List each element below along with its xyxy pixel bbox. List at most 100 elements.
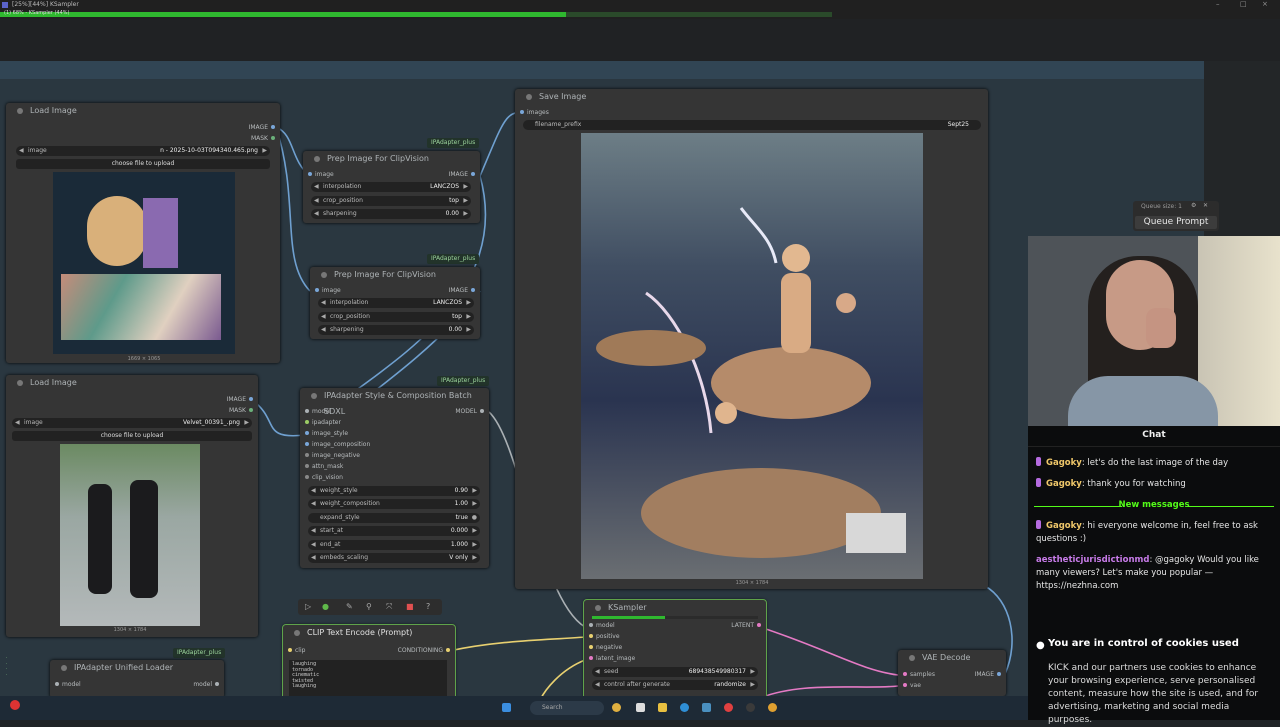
input-samples[interactable]: samples bbox=[900, 671, 935, 678]
sharpening-field[interactable]: ◀ sharpening 0.00 ▶ bbox=[311, 209, 471, 219]
store-icon[interactable] bbox=[702, 703, 711, 712]
copilot-icon[interactable] bbox=[612, 703, 621, 712]
node-save-image[interactable]: Save Image images filename_prefix Sept25 … bbox=[515, 89, 988, 589]
upload-button[interactable]: choose file to upload bbox=[16, 159, 270, 169]
minimize-icon[interactable]: – bbox=[1216, 0, 1220, 8]
input-image-style[interactable]: image_style bbox=[302, 430, 348, 437]
image-select[interactable]: ◀ image n - 2025-10-03T094340.465.png ▶ bbox=[16, 146, 270, 156]
start-icon[interactable] bbox=[502, 703, 511, 712]
close-icon[interactable]: ✕ bbox=[1203, 202, 1208, 209]
node-title: VAE Decode bbox=[922, 653, 971, 662]
output-model[interactable]: MODEL bbox=[455, 408, 487, 415]
badge-icon bbox=[1036, 520, 1041, 529]
output-image[interactable]: IMAGE bbox=[975, 671, 1004, 678]
delete-icon[interactable]: ■ bbox=[406, 602, 414, 611]
fit-icon[interactable]: ⤧ bbox=[386, 602, 392, 612]
output-image[interactable]: IMAGE bbox=[449, 171, 478, 178]
expand-style-toggle[interactable]: expand_style true ● bbox=[308, 513, 480, 523]
weight-style-field[interactable]: ◀ weight_style 0.90 ▶ bbox=[308, 486, 480, 496]
node-title: CLIP Text Encode (Prompt) bbox=[307, 628, 413, 637]
seed-field[interactable]: ◀ seed 689438549980317 ▶ bbox=[592, 667, 758, 677]
upload-button[interactable]: choose file to upload bbox=[12, 431, 252, 441]
queue-prompt-button[interactable]: Queue Prompt bbox=[1135, 216, 1217, 229]
start-at-field[interactable]: ◀ start_at 0.000 ▶ bbox=[308, 526, 480, 536]
input-negative[interactable]: negative bbox=[586, 644, 622, 651]
input-model[interactable]: model bbox=[302, 408, 331, 415]
node-load-image-1[interactable]: Load Image IMAGE MASK ◀ image n - 2025-10-… bbox=[6, 103, 280, 363]
edge-icon[interactable] bbox=[680, 703, 689, 712]
gear-icon[interactable]: ⚙ bbox=[1191, 202, 1196, 209]
pin-icon[interactable]: ⚲ bbox=[366, 602, 372, 611]
node-ipadapter-style-composition[interactable]: IPAdapter Style & Composition Batch SDXL… bbox=[300, 388, 489, 568]
image-size-label: 1304 × 1784 bbox=[735, 580, 769, 586]
help-icon[interactable]: ? bbox=[426, 602, 430, 611]
arrow-right-icon[interactable]: ▶ bbox=[262, 146, 267, 156]
output-image[interactable]: IMAGE bbox=[227, 396, 256, 403]
input-images[interactable]: images bbox=[517, 109, 549, 116]
node-ipadapter-unified-loader[interactable]: IPAdapter Unified Loader model model bbox=[50, 660, 224, 698]
output-mask[interactable]: MASK bbox=[251, 135, 278, 142]
input-image-negative[interactable]: image_negative bbox=[302, 452, 360, 459]
crop-position-select[interactable]: ◀ crop_position top ▶ bbox=[318, 312, 474, 322]
badge-icon bbox=[1036, 478, 1041, 487]
preview-image-2 bbox=[60, 444, 200, 626]
chrome-icon[interactable] bbox=[768, 703, 777, 712]
interpolation-select[interactable]: ◀ interpolation LANCZOS ▶ bbox=[311, 182, 471, 192]
embeds-scaling-select[interactable]: ◀ embeds_scaling V only ▶ bbox=[308, 553, 480, 563]
hand bbox=[1146, 308, 1176, 348]
input-ipadapter[interactable]: ipadapter bbox=[302, 419, 341, 426]
taskbar-search[interactable]: Search bbox=[530, 701, 604, 715]
crop-position-select[interactable]: ◀ crop_position top ▶ bbox=[311, 196, 471, 206]
color-icon[interactable]: ● bbox=[322, 602, 329, 611]
node-vae-decode[interactable]: VAE Decode samples vae IMAGE bbox=[898, 650, 1006, 696]
node-title: Load Image bbox=[30, 106, 77, 115]
prompt-textarea[interactable]: laughing tornado cinematic twisted laugh… bbox=[289, 660, 447, 700]
queue-panel: Queue size: 1 ⚙ ✕ Queue Prompt bbox=[1133, 201, 1219, 231]
app-icon[interactable] bbox=[724, 703, 733, 712]
obs-icon[interactable] bbox=[746, 703, 755, 712]
control-after-generate-select[interactable]: ◀ control after generate randomize ▶ bbox=[592, 680, 758, 690]
wand-icon[interactable]: ✎ bbox=[346, 602, 353, 611]
output-image[interactable]: IMAGE bbox=[249, 124, 278, 131]
folder-icon[interactable] bbox=[658, 703, 667, 712]
node-prep-image-2[interactable]: Prep Image For ClipVision image IMAGE ◀ i… bbox=[310, 267, 480, 339]
output-mask[interactable]: MASK bbox=[229, 407, 256, 414]
image-select[interactable]: ◀ image Velvet_00391_.png ▶ bbox=[12, 418, 252, 428]
node-prep-image-1[interactable]: Prep Image For ClipVision image IMAGE ◀ i… bbox=[303, 151, 480, 223]
output-latent[interactable]: LATENT bbox=[731, 622, 764, 629]
output-model[interactable]: model bbox=[193, 681, 222, 688]
input-model[interactable]: model bbox=[586, 622, 615, 629]
output-image[interactable]: IMAGE bbox=[449, 287, 478, 294]
node-load-image-2[interactable]: Load Image IMAGE MASK ◀ image Velvet_00391… bbox=[6, 375, 258, 637]
input-clip[interactable]: clip bbox=[285, 647, 305, 654]
sharpening-field[interactable]: ◀ sharpening 0.00 ▶ bbox=[318, 325, 474, 335]
input-image[interactable]: image bbox=[305, 171, 334, 178]
input-vae[interactable]: vae bbox=[900, 682, 921, 689]
input-positive[interactable]: positive bbox=[586, 633, 620, 640]
output-conditioning[interactable]: CONDITIONING bbox=[398, 647, 453, 654]
shirt bbox=[1068, 376, 1218, 426]
filename-prefix-field[interactable]: filename_prefix Sept25 bbox=[523, 120, 981, 130]
cookie-banner: ● You are in control of cookies used KIC… bbox=[1028, 630, 1280, 725]
maximize-icon[interactable]: □ bbox=[1240, 0, 1247, 8]
input-latent-image[interactable]: latent_image bbox=[586, 655, 635, 662]
input-attn-mask[interactable]: attn_mask bbox=[302, 463, 343, 470]
chat-message: Gagoky: thank you for watching bbox=[1036, 478, 1274, 491]
weather-icon[interactable] bbox=[10, 700, 20, 710]
node-clip-text-encode[interactable]: CLIP Text Encode (Prompt) clip CONDITION… bbox=[282, 624, 456, 702]
input-model[interactable]: model bbox=[52, 681, 81, 688]
arrow-left-icon[interactable]: ◀ bbox=[19, 146, 24, 156]
weight-composition-field[interactable]: ◀ weight_composition 1.00 ▶ bbox=[308, 499, 480, 509]
node-title: KSampler bbox=[608, 603, 647, 612]
input-image[interactable]: image bbox=[312, 287, 341, 294]
close-icon[interactable]: × bbox=[1262, 0, 1268, 8]
arrow-left-icon[interactable]: ◀ bbox=[15, 418, 20, 428]
interpolation-select[interactable]: ◀ interpolation LANCZOS ▶ bbox=[318, 298, 474, 308]
input-clip-vision[interactable]: clip_vision bbox=[302, 474, 343, 481]
play-icon[interactable]: ▷ bbox=[305, 602, 311, 611]
input-image-composition[interactable]: image_composition bbox=[302, 441, 370, 448]
end-at-field[interactable]: ◀ end_at 1.000 ▶ bbox=[308, 540, 480, 550]
node-ksampler[interactable]: KSampler LATENT model positive negative … bbox=[583, 599, 767, 701]
arrow-right-icon[interactable]: ▶ bbox=[244, 418, 249, 428]
taskview-icon[interactable] bbox=[636, 703, 645, 712]
